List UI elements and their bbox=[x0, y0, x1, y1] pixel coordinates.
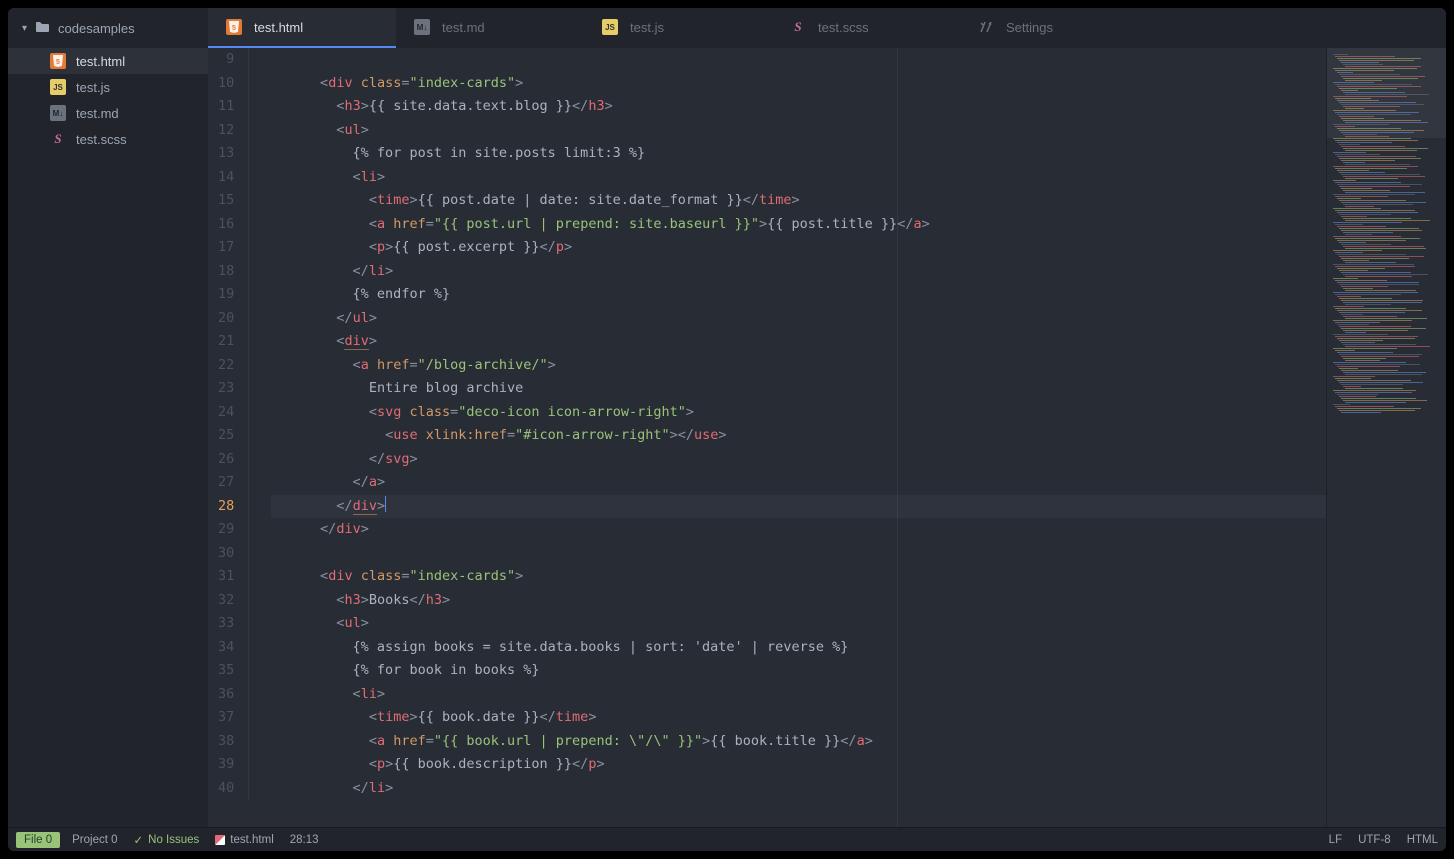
line-gutter: 9101112131415161718192021222324252627282… bbox=[208, 48, 248, 827]
settings-icon bbox=[978, 19, 994, 35]
code-line-37[interactable]: <time>{{ book.date }}</time> bbox=[271, 706, 1326, 730]
tab-test-html[interactable]: 5 test.html bbox=[208, 8, 396, 48]
code-line-40[interactable]: </li> bbox=[271, 777, 1326, 801]
status-encoding[interactable]: UTF-8 bbox=[1350, 834, 1399, 846]
code-line-11[interactable]: <h3>{{ site.data.text.blog }}</h3> bbox=[271, 95, 1326, 119]
code-line-33[interactable]: <ul> bbox=[271, 612, 1326, 636]
status-project[interactable]: Project 0 bbox=[64, 834, 125, 846]
code-line-38[interactable]: <a href="{{ book.url | prepend: \"/\" }}… bbox=[271, 730, 1326, 754]
scss-icon: S bbox=[50, 131, 66, 147]
svg-text:5: 5 bbox=[232, 25, 236, 32]
code-line-32[interactable]: <h3>Books</h3> bbox=[271, 589, 1326, 613]
tree-item-test-html[interactable]: 5 test.html bbox=[8, 48, 208, 74]
code-line-16[interactable]: <a href="{{ post.url | prepend: site.bas… bbox=[271, 213, 1326, 237]
code-line-30[interactable] bbox=[271, 542, 1326, 566]
code-line-31[interactable]: <div class="index-cards"> bbox=[271, 565, 1326, 589]
code-line-20[interactable]: </ul> bbox=[271, 307, 1326, 331]
status-file-badge[interactable]: File 0 bbox=[16, 832, 60, 848]
code-line-35[interactable]: {% for book in books %} bbox=[271, 659, 1326, 683]
tree-header[interactable]: ▾ codesamples bbox=[8, 8, 208, 48]
tree-item-label: test.scss bbox=[76, 132, 127, 147]
status-grammar[interactable]: test.html bbox=[207, 834, 281, 846]
code-line-39[interactable]: <p>{{ book.description }}</p> bbox=[271, 753, 1326, 777]
tab-test-scss[interactable]: Stest.scss bbox=[772, 8, 960, 48]
tab-label: test.js bbox=[630, 20, 664, 35]
html-icon: 5 bbox=[226, 19, 242, 35]
code-line-25[interactable]: <use xlink:href="#icon-arrow-right"></us… bbox=[271, 424, 1326, 448]
code-line-29[interactable]: </div> bbox=[271, 518, 1326, 542]
code-line-21[interactable]: <div> bbox=[271, 330, 1326, 354]
code-area[interactable]: <div class="index-cards"> <h3>{{ site.da… bbox=[248, 48, 1326, 827]
tree-root-label: codesamples bbox=[58, 21, 135, 36]
svg-text:5: 5 bbox=[56, 59, 60, 66]
code-line-19[interactable]: {% endfor %} bbox=[271, 283, 1326, 307]
md-icon: M↓ bbox=[50, 105, 66, 121]
check-icon: ✓ bbox=[134, 833, 144, 847]
app-window: ▾ codesamples 5 test.html M↓ test.md JS test.… bbox=[8, 8, 1446, 851]
md-icon: M↓ bbox=[414, 19, 430, 35]
code-line-24[interactable]: <svg class="deco-icon icon-arrow-right"> bbox=[271, 401, 1326, 425]
tab-test-md[interactable]: M↓ test.md bbox=[396, 8, 584, 48]
code-line-36[interactable]: <li> bbox=[271, 683, 1326, 707]
js-icon: JS bbox=[602, 19, 618, 35]
tab-label: test.html bbox=[254, 20, 303, 35]
code-line-15[interactable]: <time>{{ post.date | date: site.date_for… bbox=[271, 189, 1326, 213]
code-line-22[interactable]: <a href="/blog-archive/"> bbox=[271, 354, 1326, 378]
tree-item-test-scss[interactable]: Stest.scss bbox=[8, 126, 208, 152]
tree-item-test-md[interactable]: M↓ test.md bbox=[8, 100, 208, 126]
html-icon: 5 bbox=[50, 53, 66, 69]
top-bar: ▾ codesamples 5 test.html M↓ test.md JS test.… bbox=[8, 8, 1446, 48]
code-line-34[interactable]: {% assign books = site.data.books | sort… bbox=[271, 636, 1326, 660]
status-issues[interactable]: ✓ No Issues bbox=[126, 833, 208, 847]
file-tree[interactable]: 5 test.html JS test.js M↓ test.md Stest.scss bbox=[8, 48, 208, 827]
code-line-14[interactable]: <li> bbox=[271, 166, 1326, 190]
tab-test-js[interactable]: JS test.js bbox=[584, 8, 772, 48]
code-line-23[interactable]: Entire blog archive bbox=[271, 377, 1326, 401]
tree-item-test-js[interactable]: JS test.js bbox=[8, 74, 208, 100]
body: 5 test.html JS test.js M↓ test.md Stest.scss 9… bbox=[8, 48, 1446, 827]
editor[interactable]: 9101112131415161718192021222324252627282… bbox=[208, 48, 1446, 827]
code-line-12[interactable]: <ul> bbox=[271, 119, 1326, 143]
chevron-down-icon: ▾ bbox=[22, 23, 27, 34]
js-icon: JS bbox=[50, 79, 66, 95]
status-bar: File 0 Project 0 ✓ No Issues test.html 2… bbox=[8, 827, 1446, 851]
code-line-26[interactable]: </svg> bbox=[271, 448, 1326, 472]
code-line-18[interactable]: </li> bbox=[271, 260, 1326, 284]
code-line-27[interactable]: </a> bbox=[271, 471, 1326, 495]
minimap[interactable] bbox=[1326, 48, 1446, 827]
scss-icon: S bbox=[790, 19, 806, 35]
tab-Settings[interactable]: Settings bbox=[960, 8, 1148, 48]
folder-icon bbox=[35, 21, 50, 36]
status-eol[interactable]: LF bbox=[1321, 834, 1350, 846]
tree-item-label: test.md bbox=[76, 106, 119, 121]
code-line-28[interactable]: </div> bbox=[271, 495, 1326, 519]
tab-label: test.md bbox=[442, 20, 485, 35]
tree-item-label: test.html bbox=[76, 54, 125, 69]
status-lang[interactable]: HTML bbox=[1399, 834, 1446, 846]
code-line-10[interactable]: <div class="index-cards"> bbox=[271, 72, 1326, 96]
tab-bar: 5 test.html M↓ test.md JS test.js Stest.scss Se… bbox=[208, 8, 1446, 48]
tree-item-label: test.js bbox=[76, 80, 110, 95]
code-line-17[interactable]: <p>{{ post.excerpt }}</p> bbox=[271, 236, 1326, 260]
code-line-13[interactable]: {% for post in site.posts limit:3 %} bbox=[271, 142, 1326, 166]
status-cursor[interactable]: 28:13 bbox=[282, 834, 327, 846]
tab-label: test.scss bbox=[818, 20, 869, 35]
code-line-9[interactable] bbox=[271, 48, 1326, 72]
tab-label: Settings bbox=[1006, 20, 1053, 35]
grammar-icon bbox=[215, 835, 225, 845]
